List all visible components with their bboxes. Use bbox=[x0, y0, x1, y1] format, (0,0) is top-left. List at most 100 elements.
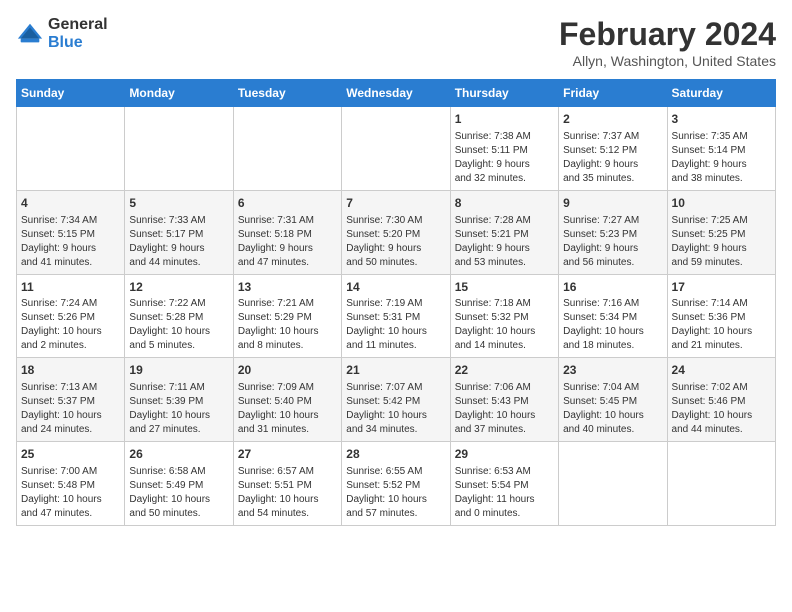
calendar-table: SundayMondayTuesdayWednesdayThursdayFrid… bbox=[16, 79, 776, 526]
title-block: February 2024 Allyn, Washington, United … bbox=[559, 16, 776, 69]
calendar-cell: 15Sunrise: 7:18 AM Sunset: 5:32 PM Dayli… bbox=[450, 274, 558, 358]
day-info: Sunrise: 7:35 AM Sunset: 5:14 PM Dayligh… bbox=[672, 130, 771, 186]
calendar-subtitle: Allyn, Washington, United States bbox=[559, 53, 776, 69]
day-number: 7 bbox=[346, 195, 445, 212]
day-number: 18 bbox=[21, 362, 120, 379]
calendar-cell: 29 Sunrise: 6:53 AM Sunset: 5:54 PM Dayli… bbox=[450, 442, 558, 526]
day-info: Sunrise: 7:21 AM Sunset: 5:29 PM Dayligh… bbox=[238, 297, 337, 353]
day-number: 21 bbox=[346, 362, 445, 379]
calendar-week-4: 18 Sunrise: 7:13 AM Sunset: 5:37 PM Dayli… bbox=[17, 358, 776, 442]
day-number: 26 bbox=[129, 446, 228, 463]
weekday-header-monday: Monday bbox=[125, 80, 233, 107]
day-number: 25 bbox=[21, 446, 120, 463]
day-number: 6 bbox=[238, 195, 337, 212]
calendar-cell: 16Sunrise: 7:16 AM Sunset: 5:34 PM Dayli… bbox=[559, 274, 667, 358]
calendar-cell: 10 Sunrise: 7:25 AM Sunset: 5:25 PM Dayli… bbox=[667, 190, 775, 274]
day-number: 10 bbox=[672, 195, 771, 212]
calendar-cell: 19 Sunrise: 7:11 AM Sunset: 5:39 PM Dayli… bbox=[125, 358, 233, 442]
calendar-cell: 23Sunrise: 7:04 AM Sunset: 5:45 PM Dayli… bbox=[559, 358, 667, 442]
day-info: Sunrise: 7:28 AM Sunset: 5:21 PM Dayligh… bbox=[455, 214, 554, 270]
calendar-cell: 11Sunrise: 7:24 AM Sunset: 5:26 PM Dayli… bbox=[17, 274, 125, 358]
calendar-cell: 20 Sunrise: 7:09 AM Sunset: 5:40 PM Dayli… bbox=[233, 358, 341, 442]
calendar-cell: 5Sunrise: 7:33 AM Sunset: 5:17 PM Daylig… bbox=[125, 190, 233, 274]
day-number: 29 bbox=[455, 446, 554, 463]
day-info: Sunrise: 7:13 AM Sunset: 5:37 PM Dayligh… bbox=[21, 381, 120, 437]
logo-general: General bbox=[48, 16, 108, 33]
logo-blue: Blue bbox=[48, 34, 83, 51]
day-info: Sunrise: 7:31 AM Sunset: 5:18 PM Dayligh… bbox=[238, 214, 337, 270]
calendar-cell: 28 Sunrise: 6:55 AM Sunset: 5:52 PM Dayli… bbox=[342, 442, 450, 526]
day-info: Sunrise: 6:53 AM Sunset: 5:54 PM Dayligh… bbox=[455, 465, 554, 521]
calendar-week-3: 11Sunrise: 7:24 AM Sunset: 5:26 PM Dayli… bbox=[17, 274, 776, 358]
calendar-cell: 13Sunrise: 7:21 AM Sunset: 5:29 PM Dayli… bbox=[233, 274, 341, 358]
day-info: Sunrise: 7:25 AM Sunset: 5:25 PM Dayligh… bbox=[672, 214, 771, 270]
day-info: Sunrise: 7:34 AM Sunset: 5:15 PM Dayligh… bbox=[21, 214, 120, 270]
calendar-cell: 17Sunrise: 7:14 AM Sunset: 5:36 PM Dayli… bbox=[667, 274, 775, 358]
calendar-cell bbox=[233, 107, 341, 191]
logo-text: General Blue bbox=[48, 16, 108, 51]
calendar-cell bbox=[559, 442, 667, 526]
weekday-header-tuesday: Tuesday bbox=[233, 80, 341, 107]
day-info: Sunrise: 7:11 AM Sunset: 5:39 PM Dayligh… bbox=[129, 381, 228, 437]
calendar-cell: 8 Sunrise: 7:28 AM Sunset: 5:21 PM Daylig… bbox=[450, 190, 558, 274]
day-info: Sunrise: 7:06 AM Sunset: 5:43 PM Dayligh… bbox=[455, 381, 554, 437]
day-number: 24 bbox=[672, 362, 771, 379]
calendar-week-5: 25 Sunrise: 7:00 AM Sunset: 5:48 PM Dayli… bbox=[17, 442, 776, 526]
day-info: Sunrise: 7:00 AM Sunset: 5:48 PM Dayligh… bbox=[21, 465, 120, 521]
day-number: 27 bbox=[238, 446, 337, 463]
calendar-cell: 1 Sunrise: 7:38 AM Sunset: 5:11 PM Daylig… bbox=[450, 107, 558, 191]
day-info: Sunrise: 7:14 AM Sunset: 5:36 PM Dayligh… bbox=[672, 297, 771, 353]
day-number: 1 bbox=[455, 111, 554, 128]
day-info: Sunrise: 7:24 AM Sunset: 5:26 PM Dayligh… bbox=[21, 297, 120, 353]
calendar-cell: 14Sunrise: 7:19 AM Sunset: 5:31 PM Dayli… bbox=[342, 274, 450, 358]
day-info: Sunrise: 7:37 AM Sunset: 5:12 PM Dayligh… bbox=[563, 130, 662, 186]
day-info: Sunrise: 6:58 AM Sunset: 5:49 PM Dayligh… bbox=[129, 465, 228, 521]
day-info: Sunrise: 7:27 AM Sunset: 5:23 PM Dayligh… bbox=[563, 214, 662, 270]
day-number: 13 bbox=[238, 279, 337, 296]
calendar-cell: 18 Sunrise: 7:13 AM Sunset: 5:37 PM Dayli… bbox=[17, 358, 125, 442]
day-number: 12 bbox=[129, 279, 228, 296]
day-info: Sunrise: 7:19 AM Sunset: 5:31 PM Dayligh… bbox=[346, 297, 445, 353]
weekday-header-friday: Friday bbox=[559, 80, 667, 107]
day-number: 4 bbox=[21, 195, 120, 212]
weekday-header-thursday: Thursday bbox=[450, 80, 558, 107]
weekday-header-row: SundayMondayTuesdayWednesdayThursdayFrid… bbox=[17, 80, 776, 107]
day-number: 23 bbox=[563, 362, 662, 379]
day-info: Sunrise: 7:16 AM Sunset: 5:34 PM Dayligh… bbox=[563, 297, 662, 353]
calendar-cell bbox=[125, 107, 233, 191]
calendar-cell: 6 Sunrise: 7:31 AM Sunset: 5:18 PM Daylig… bbox=[233, 190, 341, 274]
day-number: 9 bbox=[563, 195, 662, 212]
day-number: 8 bbox=[455, 195, 554, 212]
day-info: Sunrise: 7:18 AM Sunset: 5:32 PM Dayligh… bbox=[455, 297, 554, 353]
calendar-cell: 7 Sunrise: 7:30 AM Sunset: 5:20 PM Daylig… bbox=[342, 190, 450, 274]
calendar-cell bbox=[342, 107, 450, 191]
day-info: Sunrise: 7:07 AM Sunset: 5:42 PM Dayligh… bbox=[346, 381, 445, 437]
calendar-cell: 22Sunrise: 7:06 AM Sunset: 5:43 PM Dayli… bbox=[450, 358, 558, 442]
day-number: 19 bbox=[129, 362, 228, 379]
day-info: Sunrise: 7:22 AM Sunset: 5:28 PM Dayligh… bbox=[129, 297, 228, 353]
day-number: 28 bbox=[346, 446, 445, 463]
day-number: 17 bbox=[672, 279, 771, 296]
weekday-header-sunday: Sunday bbox=[17, 80, 125, 107]
page-header: General Blue February 2024 Allyn, Washin… bbox=[16, 16, 776, 69]
day-info: Sunrise: 6:55 AM Sunset: 5:52 PM Dayligh… bbox=[346, 465, 445, 521]
day-number: 20 bbox=[238, 362, 337, 379]
day-number: 2 bbox=[563, 111, 662, 128]
logo-icon bbox=[16, 20, 44, 48]
day-number: 16 bbox=[563, 279, 662, 296]
calendar-cell: 25 Sunrise: 7:00 AM Sunset: 5:48 PM Dayli… bbox=[17, 442, 125, 526]
calendar-cell bbox=[667, 442, 775, 526]
calendar-cell: 4 Sunrise: 7:34 AM Sunset: 5:15 PM Daylig… bbox=[17, 190, 125, 274]
calendar-cell: 21 Sunrise: 7:07 AM Sunset: 5:42 PM Dayli… bbox=[342, 358, 450, 442]
calendar-cell: 26 Sunrise: 6:58 AM Sunset: 5:49 PM Dayli… bbox=[125, 442, 233, 526]
day-info: Sunrise: 7:30 AM Sunset: 5:20 PM Dayligh… bbox=[346, 214, 445, 270]
day-number: 11 bbox=[21, 279, 120, 296]
calendar-cell: 9 Sunrise: 7:27 AM Sunset: 5:23 PM Daylig… bbox=[559, 190, 667, 274]
weekday-header-saturday: Saturday bbox=[667, 80, 775, 107]
day-number: 15 bbox=[455, 279, 554, 296]
day-info: Sunrise: 7:38 AM Sunset: 5:11 PM Dayligh… bbox=[455, 130, 554, 186]
calendar-title: February 2024 bbox=[559, 16, 776, 53]
calendar-cell bbox=[17, 107, 125, 191]
day-info: Sunrise: 6:57 AM Sunset: 5:51 PM Dayligh… bbox=[238, 465, 337, 521]
day-info: Sunrise: 7:09 AM Sunset: 5:40 PM Dayligh… bbox=[238, 381, 337, 437]
